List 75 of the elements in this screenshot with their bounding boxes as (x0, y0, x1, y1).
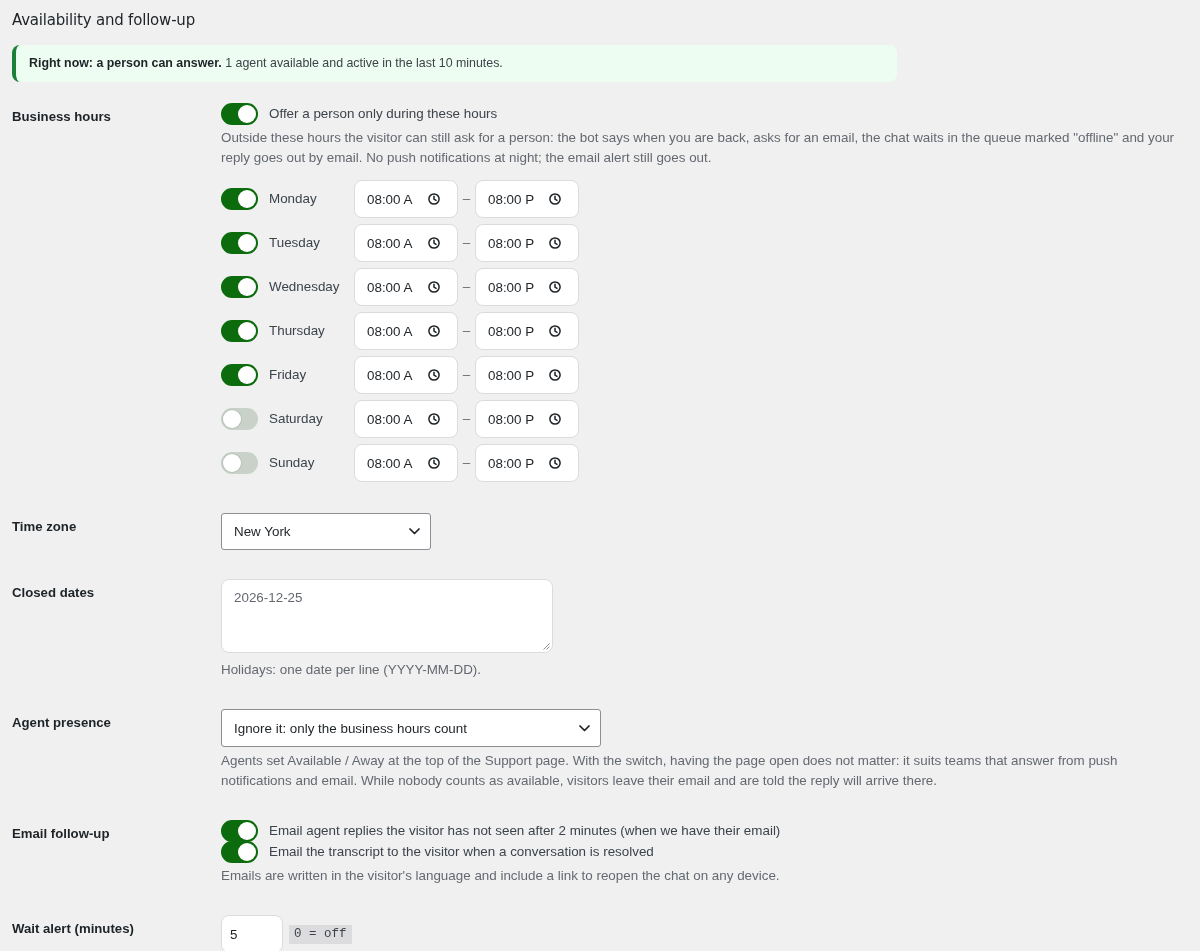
end-time-input[interactable]: 08:00 P (475, 356, 579, 394)
toggle-switch[interactable] (221, 819, 258, 842)
day-label: Monday (269, 190, 318, 208)
clock-icon (549, 237, 561, 249)
start-time-input[interactable]: 08:00 A (354, 400, 458, 438)
toggle-switch[interactable] (221, 232, 258, 254)
field-label: Agent presence (12, 714, 111, 732)
end-time-input[interactable]: 08:00 P (475, 224, 579, 262)
end-time-input[interactable]: 08:00 P (475, 400, 579, 438)
field-label: Business hours (12, 108, 111, 126)
day-label: Saturday (269, 410, 324, 428)
range-dash: – (461, 322, 472, 340)
closed-dates-field[interactable]: 2026-12-25 (221, 579, 553, 653)
toggle-switch[interactable] (221, 364, 258, 386)
day-label: Friday (269, 366, 308, 384)
clock-icon (428, 193, 440, 205)
toggle-switch[interactable] (221, 276, 258, 298)
range-dash: – (461, 278, 472, 296)
toggle-switch[interactable] (221, 320, 258, 342)
end-time-input[interactable]: 08:00 P (475, 444, 579, 482)
toggle-label: Offer a person only during these hours (269, 105, 498, 123)
start-time-input[interactable]: 08:00 A (354, 312, 458, 350)
start-time-input[interactable]: 08:00 A (354, 356, 458, 394)
end-time-input[interactable]: 08:00 P (475, 180, 579, 218)
start-time-input[interactable]: 08:00 A (354, 180, 458, 218)
day-label: Tuesday (269, 234, 321, 252)
toggle-switch[interactable] (221, 103, 258, 125)
toggle-switch[interactable] (221, 408, 258, 430)
clock-icon (549, 413, 561, 425)
clock-icon (428, 413, 440, 425)
toggle-switch[interactable] (221, 840, 258, 863)
day-label: Wednesday (269, 278, 341, 296)
start-time-input[interactable]: 08:00 A (354, 444, 458, 482)
agent-presence-select[interactable]: Ignore it: only the business hours count (221, 709, 601, 747)
toggle-label: Email the transcript to the visitor when a conversation is resolved (269, 842, 654, 861)
clock-icon (428, 325, 440, 337)
day-label: Sunday (269, 454, 316, 472)
field-label: Time zone (12, 518, 77, 536)
field-label: Closed dates (12, 584, 95, 602)
time-zone-select[interactable]: New York (221, 513, 431, 550)
toggle-label: Email agent replies the visitor has not seen after 2 minutes (when we have their email) (269, 821, 781, 840)
range-dash: – (461, 410, 472, 428)
range-dash: – (461, 190, 472, 208)
field-label: Email follow-up (12, 825, 110, 843)
end-time-input[interactable]: 08:00 P (475, 312, 579, 350)
chevron-down-icon (409, 528, 420, 535)
range-dash: – (461, 234, 472, 252)
toggle-switch[interactable] (221, 452, 258, 474)
field-hint: Holidays: one date per line (YYYY-MM-DD). (221, 661, 481, 679)
field-description: Agents set Available / Away at the top of the Support page. With the switch, having the page open does not matter: it suits teams that answer from push notifications and email. While nobody counts as available, visitors leave their email and are told the reply will arrive there. (221, 752, 1119, 790)
field-description: Emails are written in the visitor's language and include a link to reopen the chat on any device. (221, 867, 780, 885)
clock-icon (428, 457, 440, 469)
clock-icon (549, 457, 561, 469)
clock-icon (549, 369, 561, 381)
clock-icon (428, 281, 440, 293)
clock-icon (549, 193, 561, 205)
day-label: Thursday (269, 322, 326, 340)
resize-grip-icon[interactable] (543, 643, 550, 650)
section-title: Availability and follow-up (12, 10, 195, 31)
wait-alert-input[interactable]: 5 (221, 915, 283, 951)
range-dash: – (461, 454, 472, 472)
range-dash: – (461, 366, 472, 384)
status-notice: Right now: a person can answer. 1 agent available and active in the last 10 minutes. (12, 45, 897, 82)
field-description: Outside these hours the visitor can still ask for a person: the bot says when you are back, asks for an email, the chat waits in the queue marked "offline" and your reply goes out by email. No push notifications at night; the email alert still goes out. (221, 129, 1176, 167)
wait-alert-hint: 0 = off (289, 924, 352, 944)
toggle-switch[interactable] (221, 188, 258, 210)
end-time-input[interactable]: 08:00 P (475, 268, 579, 306)
clock-icon (549, 281, 561, 293)
clock-icon (428, 369, 440, 381)
field-label: Wait alert (minutes) (12, 920, 134, 938)
clock-icon (428, 237, 440, 249)
start-time-input[interactable]: 08:00 A (354, 224, 458, 262)
clock-icon (549, 325, 561, 337)
start-time-input[interactable]: 08:00 A (354, 268, 458, 306)
chevron-down-icon (579, 724, 590, 732)
